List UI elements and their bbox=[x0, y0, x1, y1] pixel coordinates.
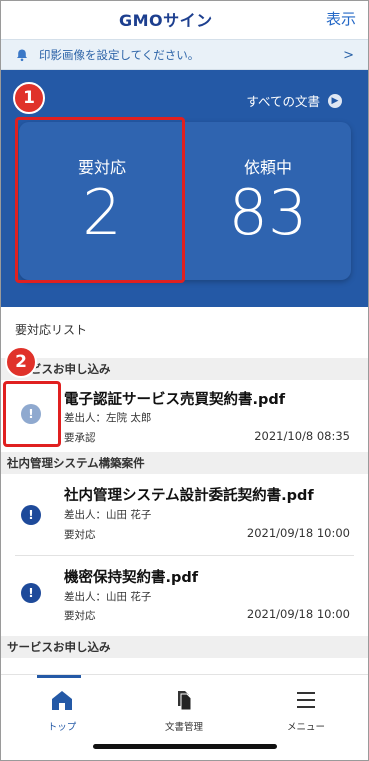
gmo-sign-logo: GMOサイン bbox=[119, 11, 213, 30]
highlight-box bbox=[15, 117, 185, 283]
stamp-image-notice[interactable]: 印影画像を設定してください。 > bbox=[1, 39, 368, 70]
section-header: 社内管理システム構築案件 bbox=[1, 452, 368, 474]
action-list-title: 要対応リスト bbox=[15, 323, 88, 337]
document-sender: 差出人：山田 花子 bbox=[64, 591, 152, 603]
document-date: 2021/10/8 08:35 bbox=[254, 429, 350, 443]
document-list-item[interactable]: ! 社内管理システム設計委託契約書.pdf 差出人：山田 花子 要対応 2021… bbox=[1, 474, 368, 556]
nav-menu[interactable]: メニュー bbox=[245, 675, 367, 735]
document-sender: 差出人：山田 花子 bbox=[64, 509, 152, 521]
section-header: サービスお申し込み bbox=[1, 636, 368, 658]
all-documents-label: すべての文書 bbox=[246, 94, 320, 109]
document-title: 機密保持契約書.pdf bbox=[64, 570, 199, 586]
step-badge-2: 2 bbox=[5, 346, 37, 378]
nav-documents-label: 文書管理 bbox=[164, 722, 203, 733]
document-date: 2021/09/18 10:00 bbox=[246, 526, 350, 540]
notice-text: 印影画像を設定してください。 bbox=[39, 47, 200, 62]
nav-top-label: トップ bbox=[47, 722, 77, 733]
home-indicator bbox=[93, 744, 277, 749]
nav-top[interactable]: トップ bbox=[1, 675, 123, 735]
nav-menu-label: メニュー bbox=[286, 722, 325, 733]
top-bar: GMOサイン 表示 bbox=[1, 1, 368, 35]
step-badge-1: 1 bbox=[13, 82, 45, 114]
section-header: サービスお申し込み bbox=[1, 358, 368, 380]
requested-label: 依頼中 bbox=[243, 158, 292, 177]
documents-icon bbox=[178, 691, 192, 711]
bell-icon bbox=[17, 49, 27, 61]
home-icon bbox=[52, 691, 72, 710]
alert-icon: ! bbox=[21, 505, 41, 525]
alert-icon: ! bbox=[21, 583, 41, 603]
requested-count: 83 bbox=[228, 176, 308, 249]
document-status: 要対応 bbox=[64, 529, 96, 541]
document-list-item[interactable]: ! 機密保持契約書.pdf 差出人：山田 花子 要対応 2021/09/18 1… bbox=[1, 556, 368, 636]
display-button[interactable]: 表示 bbox=[326, 8, 356, 29]
app-screen: GMOサイン 表示 印影画像を設定してください。 > すべての文書 ▶ 要対応 … bbox=[0, 0, 369, 761]
bottom-navigation: トップ 文書管理 メニュー bbox=[1, 674, 368, 742]
chevron-right-icon: > bbox=[343, 48, 354, 63]
document-date: 2021/09/18 10:00 bbox=[246, 607, 350, 621]
document-title: 社内管理システム設計委託契約書.pdf bbox=[64, 488, 314, 504]
requested-card[interactable]: 依頼中 83 bbox=[185, 122, 351, 280]
document-sender: 差出人：左院 太郎 bbox=[64, 412, 152, 424]
document-status: 要承認 bbox=[64, 432, 96, 444]
dashboard-panel: すべての文書 ▶ 要対応 2 依頼中 83 1 bbox=[1, 70, 368, 307]
menu-icon bbox=[297, 692, 315, 708]
arrow-right-circle-icon: ▶ bbox=[328, 93, 342, 108]
all-documents-link[interactable]: すべての文書 ▶ bbox=[246, 91, 342, 110]
document-title: 電子認証サービス売買契約書.pdf bbox=[64, 392, 286, 408]
nav-documents[interactable]: 文書管理 bbox=[123, 675, 245, 735]
document-status: 要対応 bbox=[64, 610, 96, 622]
highlight-box bbox=[3, 381, 61, 447]
